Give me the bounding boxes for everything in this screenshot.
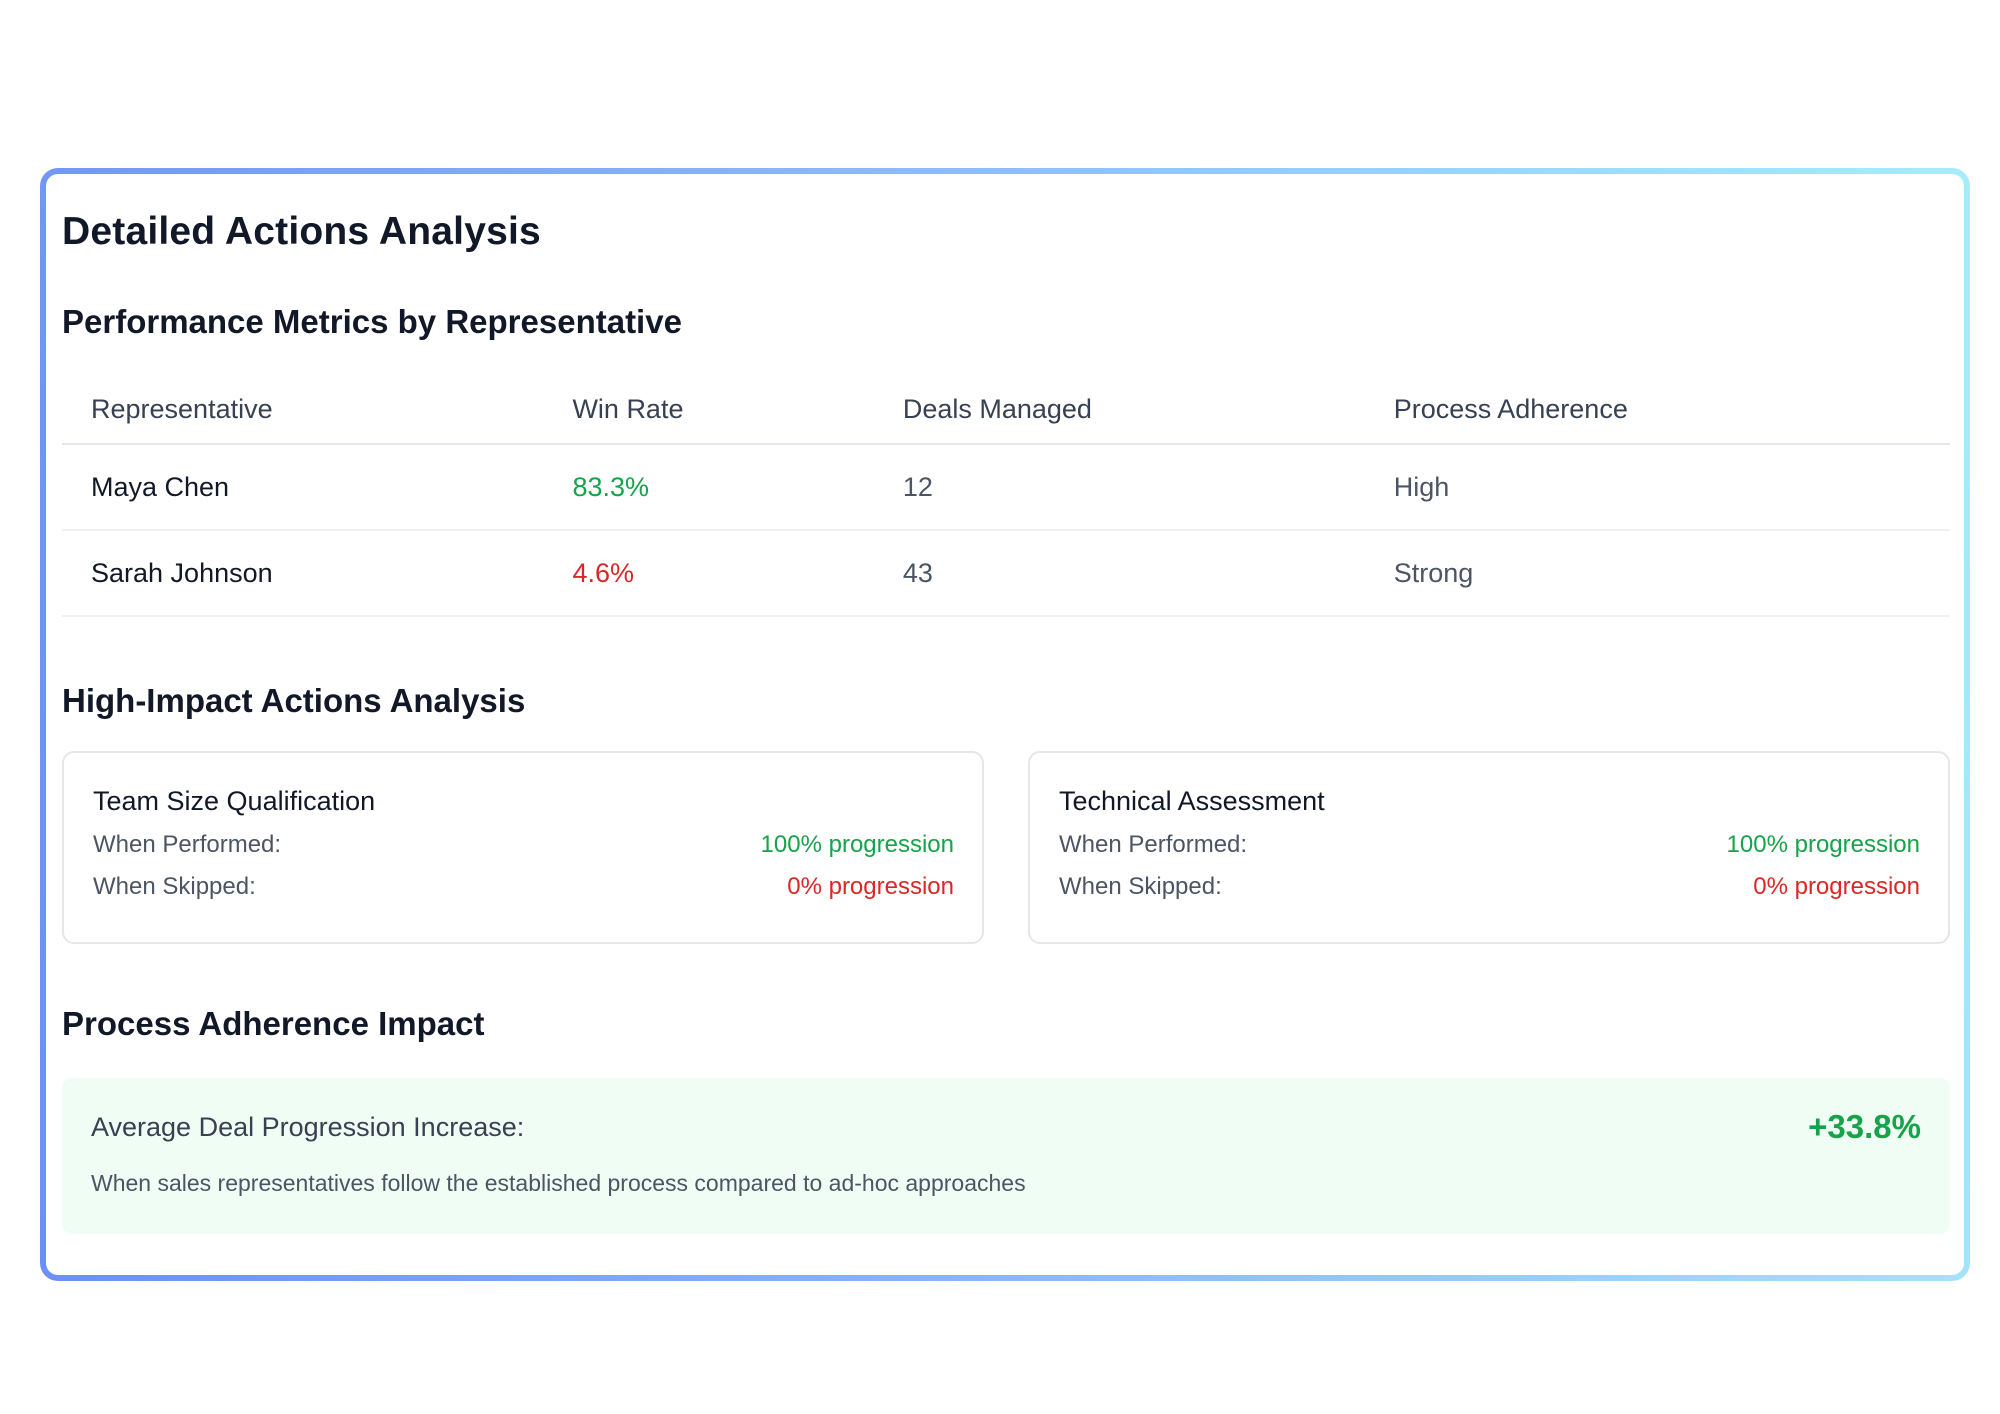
rep-name: Sarah Johnson [62, 530, 544, 617]
column-header-deals-managed: Deals Managed [873, 384, 1365, 445]
actions-heading: High-Impact Actions Analysis [62, 682, 526, 719]
page-title: Detailed Actions Analysis [62, 210, 541, 253]
deals-managed: 12 [873, 444, 1365, 531]
deals-managed: 43 [873, 530, 1365, 617]
performed-value: 100% progression [760, 831, 954, 858]
card-gradient-border: Detailed Actions Analysis Performance Me… [40, 168, 1970, 1281]
win-rate: 83.3% [543, 444, 874, 531]
skipped-value: 0% progression [787, 873, 954, 900]
analysis-card: Detailed Actions Analysis Performance Me… [46, 174, 1964, 1275]
impact-summary-row: Average Deal Progression Increase: +33.8… [91, 1108, 1921, 1146]
impact-heading: Process Adherence Impact [62, 1005, 485, 1042]
impact-panel: Average Deal Progression Increase: +33.8… [62, 1078, 1950, 1234]
performed-label: When Performed: [93, 831, 282, 858]
skipped-value: 0% progression [1753, 873, 1920, 900]
performed-row: When Performed: 100% progression [1059, 829, 1920, 861]
performed-row: When Performed: 100% progression [93, 829, 954, 861]
skipped-row: When Skipped: 0% progression [1059, 871, 1920, 903]
impact-description: When sales representatives follow the es… [91, 1170, 1026, 1196]
column-header-process-adherence: Process Adherence [1364, 384, 1950, 445]
impact-label: Average Deal Progression Increase: [91, 1112, 525, 1142]
table-row: Maya Chen 83.3% 12 High [62, 444, 1950, 531]
impact-value: +33.8% [1808, 1108, 1921, 1145]
performed-value: 100% progression [1726, 831, 1920, 858]
table-row: Sarah Johnson 4.6% 43 Strong [62, 530, 1950, 617]
column-header-win-rate: Win Rate [543, 384, 874, 445]
performed-label: When Performed: [1059, 831, 1248, 858]
actions-grid: Team Size Qualification When Performed: … [62, 751, 1950, 944]
skipped-label: When Skipped: [93, 873, 256, 900]
skipped-row: When Skipped: 0% progression [93, 871, 954, 903]
performance-heading: Performance Metrics by Representative [62, 303, 682, 340]
table-header-row: Representative Win Rate Deals Managed Pr… [62, 384, 1950, 445]
skipped-label: When Skipped: [1059, 873, 1222, 900]
action-card-team-size: Team Size Qualification When Performed: … [62, 751, 984, 944]
performance-table: Representative Win Rate Deals Managed Pr… [62, 384, 1950, 617]
action-card-technical-assessment: Technical Assessment When Performed: 100… [1028, 751, 1950, 944]
column-header-representative: Representative [62, 384, 544, 445]
action-title: Technical Assessment [1059, 786, 1325, 816]
win-rate: 4.6% [543, 530, 874, 617]
process-adherence: High [1364, 444, 1950, 531]
rep-name: Maya Chen [62, 444, 544, 531]
action-title: Team Size Qualification [93, 786, 376, 816]
process-adherence: Strong [1364, 530, 1950, 617]
